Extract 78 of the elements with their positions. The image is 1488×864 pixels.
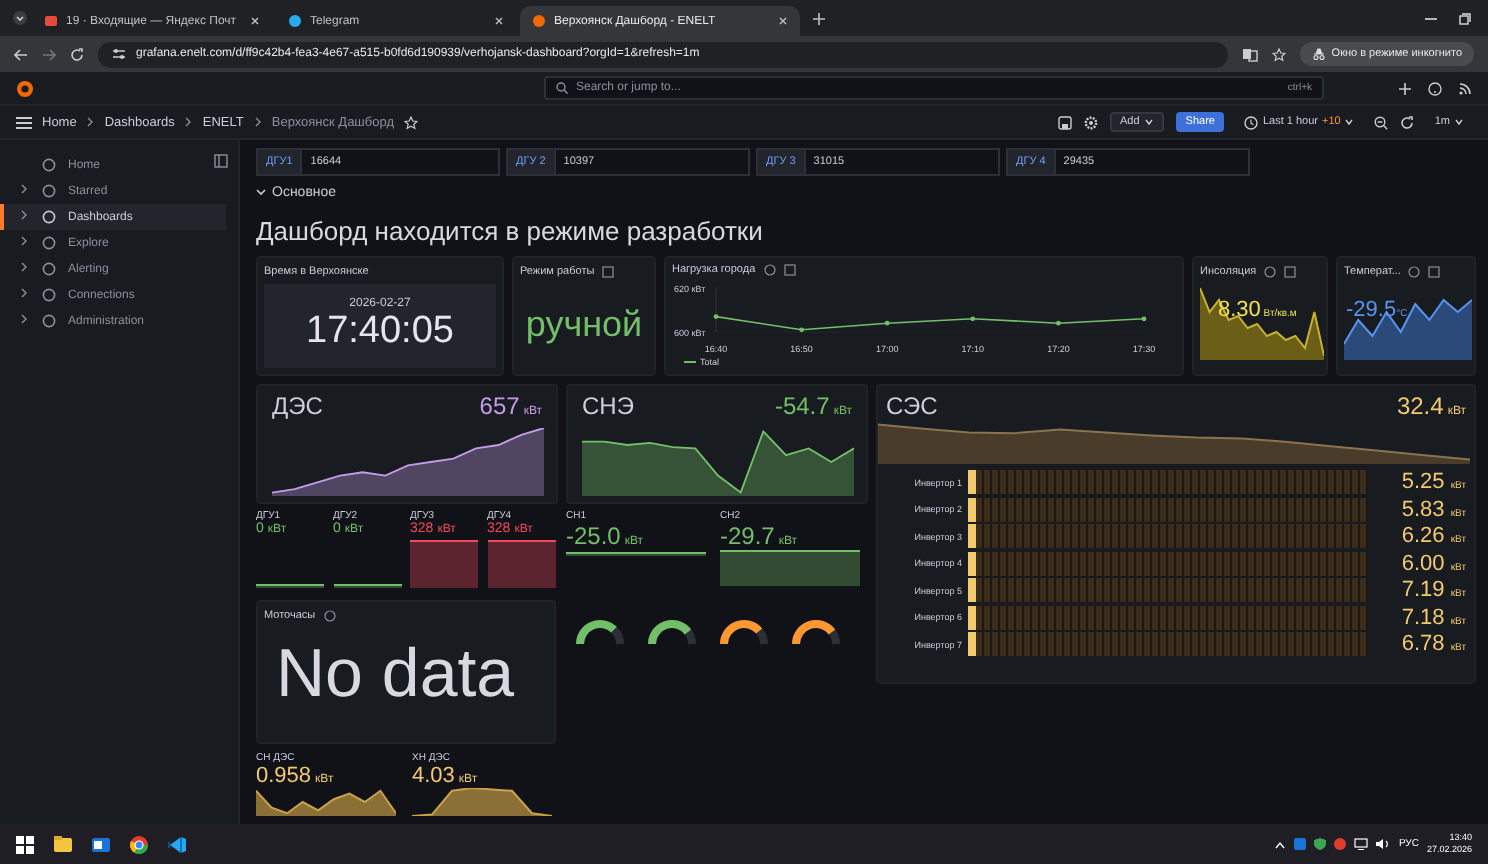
clock-icon <box>1244 115 1259 129</box>
gauge <box>788 616 844 648</box>
panel-menu-icon[interactable] <box>1284 266 1297 278</box>
data-point <box>799 327 804 333</box>
network-icon[interactable] <box>1354 838 1369 850</box>
chevron-icon[interactable] <box>256 188 266 196</box>
chevron-icon <box>253 116 262 128</box>
settings-icon[interactable] <box>1084 115 1098 129</box>
menu-icon[interactable] <box>12 10 28 26</box>
rss-icon[interactable] <box>1458 81 1472 95</box>
chevron-icon <box>86 116 95 128</box>
browser-icon[interactable] <box>130 835 148 853</box>
stat-title: СЭС <box>886 392 938 420</box>
sparkline-drawing <box>256 584 324 588</box>
data-point <box>884 320 890 326</box>
menu-icon[interactable] <box>16 115 32 129</box>
star-icon[interactable] <box>1271 47 1286 61</box>
plus-icon[interactable] <box>1398 81 1412 95</box>
close-icon[interactable] <box>494 16 504 26</box>
grafana-logo-icon[interactable] <box>16 79 34 97</box>
dock-icon[interactable] <box>214 154 228 168</box>
data-point <box>713 314 719 319</box>
help-icon[interactable] <box>1428 81 1442 95</box>
save-icon[interactable] <box>1058 115 1072 129</box>
zoom-out-icon[interactable] <box>1374 115 1389 129</box>
close-icon[interactable] <box>778 16 788 26</box>
panel-menu-icon[interactable] <box>602 266 615 278</box>
no-data-message: No data <box>276 636 517 714</box>
plus-icon[interactable] <box>812 11 826 25</box>
mail-icon[interactable] <box>92 835 110 853</box>
info-icon <box>1264 266 1277 278</box>
panel-menu-icon[interactable] <box>1428 266 1441 278</box>
restore-icon[interactable] <box>1458 11 1472 25</box>
tray-app-icon[interactable] <box>1294 838 1307 850</box>
folder-icon[interactable] <box>54 836 72 852</box>
site-info-icon <box>112 48 126 60</box>
sparkline-drawing <box>412 788 552 816</box>
sparkline-drawing <box>487 540 555 588</box>
info-icon <box>1408 266 1421 278</box>
star-icon[interactable] <box>404 115 418 129</box>
gauge <box>644 616 700 648</box>
caret-icon <box>1454 118 1464 126</box>
back-icon[interactable] <box>14 47 28 61</box>
refresh-icon[interactable] <box>1400 115 1415 129</box>
panel-menu-icon[interactable] <box>783 264 796 276</box>
volume-icon[interactable] <box>1376 838 1391 850</box>
info-icon <box>763 264 776 276</box>
site-icon <box>532 14 546 28</box>
sparkline-drawing <box>566 552 706 556</box>
data-point <box>1141 316 1147 322</box>
reload-icon[interactable] <box>70 47 84 61</box>
dashboard-heading: Дашборд находится в режиме разработки <box>256 213 765 250</box>
site-icon <box>288 14 302 28</box>
data-point <box>970 316 976 322</box>
shield-icon[interactable] <box>1314 838 1327 850</box>
gauge <box>572 616 628 648</box>
code-editor-icon[interactable] <box>168 835 186 853</box>
close-icon[interactable] <box>250 16 260 26</box>
search-icon <box>556 82 568 94</box>
sparkline-drawing <box>720 550 860 586</box>
sparkline-drawing <box>410 540 478 588</box>
forward-icon[interactable] <box>42 47 56 61</box>
clock-time: 17:40:05 <box>306 310 454 354</box>
tray-app-icon[interactable] <box>1334 838 1347 850</box>
sparkline-drawing <box>333 584 401 588</box>
chevron-icon <box>184 116 193 128</box>
mode-value: ручной <box>523 301 645 348</box>
gauge <box>716 616 772 648</box>
windows-icon[interactable] <box>16 835 34 853</box>
sparkline-drawing <box>256 788 396 816</box>
stat-title: СНЭ <box>582 392 634 420</box>
data-point <box>1056 320 1061 326</box>
caret-icon <box>1344 118 1355 126</box>
caret-icon <box>1143 118 1154 126</box>
incognito-icon <box>1311 48 1326 60</box>
info-icon <box>323 610 336 622</box>
stat-title: ДЭС <box>272 392 323 420</box>
site-icon <box>44 14 58 28</box>
